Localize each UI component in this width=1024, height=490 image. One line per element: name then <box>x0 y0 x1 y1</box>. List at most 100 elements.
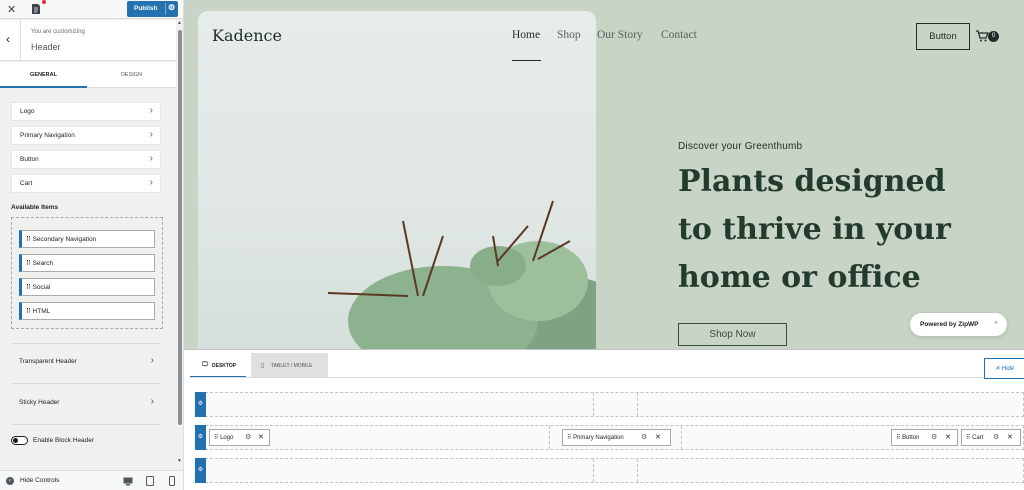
component-button[interactable]: Button › <box>11 150 161 169</box>
available-item-text: HTML <box>32 308 51 315</box>
header-builder: 🖵 Desktop ▯ Tablet / Mobile ✕ Hide ⚙ ⚙ ⠿… <box>184 349 1024 490</box>
divider <box>11 343 161 344</box>
section-label: Sticky Header <box>19 399 60 406</box>
available-item-social[interactable]: ⠿ Social <box>19 278 155 296</box>
nav-home[interactable]: Home <box>512 29 540 41</box>
publish-button[interactable]: Publish ⚙ <box>127 1 178 17</box>
hide-builder-text: Hide <box>1001 366 1015 372</box>
powered-by-badge[interactable]: Powered by ZipWP × <box>910 313 1007 336</box>
close-icon[interactable]: ✕ <box>1007 433 1013 441</box>
builder-row-bottom[interactable]: ⚙ <box>195 458 1024 483</box>
component-logo[interactable]: Logo › <box>11 102 161 121</box>
shop-now-button[interactable]: Shop Now <box>678 323 787 346</box>
tablet-preview-icon[interactable] <box>146 476 154 486</box>
customizer-sidebar: ✕ Publish ⚙ ‹ You are customizing Header… <box>0 0 184 490</box>
block-header-label: Enable Block Header <box>33 437 95 444</box>
chip-label: ⠿ Cart <box>966 435 984 441</box>
section-label: Transparent Header <box>19 358 77 365</box>
column-divider <box>637 459 638 482</box>
gear-icon[interactable]: ⚙ <box>641 433 647 441</box>
tab-tablet-mobile[interactable]: ▯ Tablet / Mobile <box>251 353 328 378</box>
hide-controls-button[interactable]: Hide Controls <box>20 477 59 484</box>
gear-icon[interactable]: ⚙ <box>245 433 251 441</box>
row-settings-icon[interactable]: ⚙ <box>195 425 206 450</box>
column-divider <box>593 459 594 482</box>
close-icon[interactable]: ✕ <box>7 3 16 16</box>
available-items-dropzone: ⠿ Secondary Navigation ⠿ Search ⠿ Social… <box>11 217 163 329</box>
available-item-text: Search <box>32 260 54 267</box>
tab-desktop[interactable]: 🖵 Desktop <box>190 353 246 378</box>
chip-text: Button <box>902 435 920 441</box>
row-settings-icon[interactable]: ⚙ <box>195 392 206 417</box>
sidebar-scrollbar[interactable]: ▲ ▼ <box>176 20 183 470</box>
divider <box>11 424 161 425</box>
available-item-label: ⠿ Secondary Navigation <box>26 236 97 243</box>
available-item-secondary-navigation[interactable]: ⠿ Secondary Navigation <box>19 230 155 248</box>
chip-label: ⠿ Button <box>896 435 920 441</box>
gear-icon[interactable]: ⚙ <box>168 3 175 12</box>
close-icon[interactable]: × <box>994 320 998 327</box>
desktop-icon: 🖵 <box>202 362 208 368</box>
builder-row-top[interactable]: ⚙ <box>195 392 1024 417</box>
scroll-up-arrow-icon[interactable]: ▲ <box>177 20 182 26</box>
nav-active-underline <box>512 60 541 61</box>
header-button[interactable]: Button <box>916 23 970 50</box>
section-transparent-header[interactable]: Transparent Header › <box>11 353 161 372</box>
tab-design[interactable]: Design <box>87 62 176 88</box>
customizing-section-title: Header <box>31 42 61 52</box>
column-divider <box>549 426 550 449</box>
chevron-right-icon: › <box>149 129 153 140</box>
available-item-search[interactable]: ⠿ Search <box>19 254 155 272</box>
publish-label: Publish <box>134 5 158 12</box>
scrollbar-thumb[interactable] <box>178 30 182 425</box>
chip-label: ⠿ Primary Navigation <box>567 435 624 441</box>
column-divider <box>637 393 638 416</box>
desktop-preview-icon[interactable] <box>123 477 133 486</box>
cactus-illustration <box>327 200 596 349</box>
mobile-preview-icon[interactable] <box>169 476 175 486</box>
nav-our-story[interactable]: Our Story <box>597 29 643 41</box>
component-label: Button <box>20 156 39 163</box>
component-label: Primary Navigation <box>20 132 75 139</box>
customizing-header: ‹ You are customizing Header <box>0 20 176 61</box>
site-logo[interactable]: Kadence <box>212 26 282 45</box>
toggle-knob <box>13 438 18 443</box>
nav-contact[interactable]: Contact <box>661 29 697 41</box>
component-primary-navigation[interactable]: Primary Navigation › <box>11 126 161 145</box>
scroll-down-arrow-icon[interactable]: ▼ <box>177 458 182 464</box>
builder-chip-button[interactable]: ⠿ Button ⚙ ✕ <box>891 429 958 446</box>
site-preview: Kadence Home Shop Our Story Contact Butt… <box>184 0 1024 349</box>
builder-chip-cart[interactable]: ⠿ Cart ⚙ ✕ <box>961 429 1021 446</box>
builder-row-main[interactable]: ⚙ ⠿ Logo ⚙ ✕ ⠿ Primary Navigation ⚙ ✕ ⠿ … <box>195 425 1024 450</box>
hero-kicker: Discover your Greenthumb <box>678 141 803 152</box>
chip-text: Logo <box>220 435 234 441</box>
back-button[interactable]: ‹ <box>0 20 21 61</box>
tab-general[interactable]: General <box>0 62 87 88</box>
available-item-label: ⠿ Social <box>26 284 51 291</box>
row-settings-icon[interactable]: ⚙ <box>195 458 206 483</box>
tablet-icon: ▯ <box>261 363 265 369</box>
component-label: Cart <box>20 180 33 187</box>
panel-tabs: General Design <box>0 62 176 88</box>
available-item-label: ⠿ HTML <box>26 308 51 315</box>
document-icon[interactable] <box>31 3 41 15</box>
column-divider <box>593 393 594 416</box>
cart-icon[interactable] <box>975 29 989 43</box>
component-cart[interactable]: Cart › <box>11 174 161 193</box>
chevron-right-icon: › <box>149 105 153 116</box>
tab-tablet-label: Tablet / Mobile <box>271 363 313 369</box>
block-header-toggle[interactable] <box>11 436 28 445</box>
close-icon[interactable]: ✕ <box>655 433 661 441</box>
hide-builder-button[interactable]: ✕ Hide <box>984 358 1024 379</box>
builder-chip-primary-navigation[interactable]: ⠿ Primary Navigation ⚙ ✕ <box>562 429 671 446</box>
gear-icon[interactable]: ⚙ <box>931 433 937 441</box>
hero-headline-line: to thrive in your <box>678 212 951 247</box>
collapse-icon[interactable]: ‹ <box>6 477 14 485</box>
close-icon[interactable]: ✕ <box>945 433 951 441</box>
nav-shop[interactable]: Shop <box>557 29 581 41</box>
gear-icon[interactable]: ⚙ <box>993 433 999 441</box>
section-sticky-header[interactable]: Sticky Header › <box>11 394 161 413</box>
close-icon[interactable]: ✕ <box>258 433 264 441</box>
builder-chip-logo[interactable]: ⠿ Logo ⚙ ✕ <box>209 429 270 446</box>
available-item-html[interactable]: ⠿ HTML <box>19 302 155 320</box>
